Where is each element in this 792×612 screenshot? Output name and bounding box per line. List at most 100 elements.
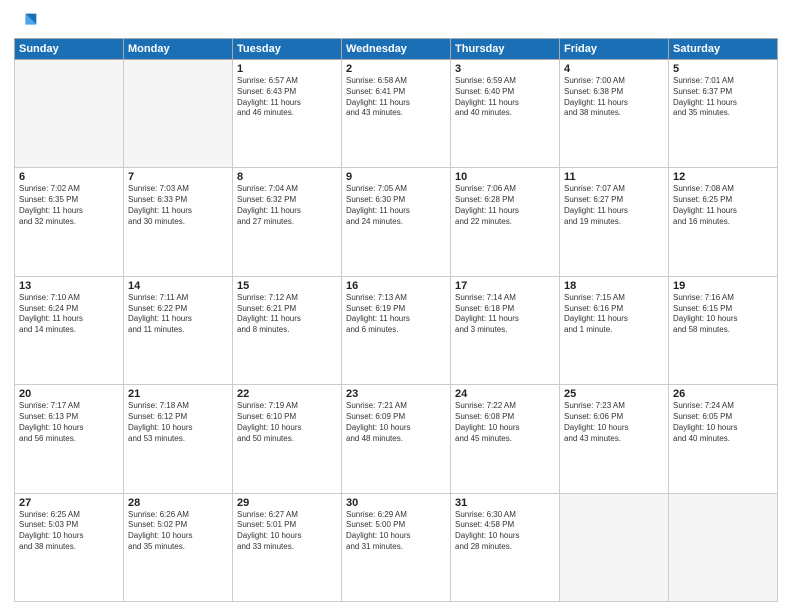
day-cell xyxy=(15,60,124,168)
day-number: 17 xyxy=(455,280,555,292)
day-info: Sunrise: 7:16 AM Sunset: 6:15 PM Dayligh… xyxy=(673,293,773,336)
day-cell: 14Sunrise: 7:11 AM Sunset: 6:22 PM Dayli… xyxy=(124,276,233,384)
day-info: Sunrise: 7:02 AM Sunset: 6:35 PM Dayligh… xyxy=(19,184,119,227)
day-cell: 16Sunrise: 7:13 AM Sunset: 6:19 PM Dayli… xyxy=(342,276,451,384)
header-saturday: Saturday xyxy=(669,39,778,60)
day-number: 21 xyxy=(128,388,228,400)
header-row: SundayMondayTuesdayWednesdayThursdayFrid… xyxy=(15,39,778,60)
day-cell xyxy=(124,60,233,168)
day-number: 25 xyxy=(564,388,664,400)
day-number: 31 xyxy=(455,497,555,509)
day-info: Sunrise: 6:26 AM Sunset: 5:02 PM Dayligh… xyxy=(128,510,228,553)
week-row-5: 27Sunrise: 6:25 AM Sunset: 5:03 PM Dayli… xyxy=(15,493,778,601)
day-cell: 31Sunrise: 6:30 AM Sunset: 4:58 PM Dayli… xyxy=(451,493,560,601)
day-cell: 3Sunrise: 6:59 AM Sunset: 6:40 PM Daylig… xyxy=(451,60,560,168)
day-info: Sunrise: 6:29 AM Sunset: 5:00 PM Dayligh… xyxy=(346,510,446,553)
day-number: 16 xyxy=(346,280,446,292)
day-cell: 20Sunrise: 7:17 AM Sunset: 6:13 PM Dayli… xyxy=(15,385,124,493)
week-row-2: 6Sunrise: 7:02 AM Sunset: 6:35 PM Daylig… xyxy=(15,168,778,276)
day-cell xyxy=(669,493,778,601)
day-info: Sunrise: 7:05 AM Sunset: 6:30 PM Dayligh… xyxy=(346,184,446,227)
day-cell: 17Sunrise: 7:14 AM Sunset: 6:18 PM Dayli… xyxy=(451,276,560,384)
day-cell: 26Sunrise: 7:24 AM Sunset: 6:05 PM Dayli… xyxy=(669,385,778,493)
day-number: 13 xyxy=(19,280,119,292)
day-number: 18 xyxy=(564,280,664,292)
day-info: Sunrise: 7:15 AM Sunset: 6:16 PM Dayligh… xyxy=(564,293,664,336)
day-info: Sunrise: 7:18 AM Sunset: 6:12 PM Dayligh… xyxy=(128,401,228,444)
day-info: Sunrise: 7:13 AM Sunset: 6:19 PM Dayligh… xyxy=(346,293,446,336)
day-number: 19 xyxy=(673,280,773,292)
header-friday: Friday xyxy=(560,39,669,60)
day-cell: 22Sunrise: 7:19 AM Sunset: 6:10 PM Dayli… xyxy=(233,385,342,493)
day-info: Sunrise: 7:14 AM Sunset: 6:18 PM Dayligh… xyxy=(455,293,555,336)
day-cell: 23Sunrise: 7:21 AM Sunset: 6:09 PM Dayli… xyxy=(342,385,451,493)
day-info: Sunrise: 7:06 AM Sunset: 6:28 PM Dayligh… xyxy=(455,184,555,227)
day-number: 1 xyxy=(237,63,337,75)
day-cell: 5Sunrise: 7:01 AM Sunset: 6:37 PM Daylig… xyxy=(669,60,778,168)
day-info: Sunrise: 7:10 AM Sunset: 6:24 PM Dayligh… xyxy=(19,293,119,336)
day-info: Sunrise: 7:00 AM Sunset: 6:38 PM Dayligh… xyxy=(564,76,664,119)
logo-icon xyxy=(18,10,40,32)
day-cell: 8Sunrise: 7:04 AM Sunset: 6:32 PM Daylig… xyxy=(233,168,342,276)
day-cell: 27Sunrise: 6:25 AM Sunset: 5:03 PM Dayli… xyxy=(15,493,124,601)
header-sunday: Sunday xyxy=(15,39,124,60)
day-cell: 1Sunrise: 6:57 AM Sunset: 6:43 PM Daylig… xyxy=(233,60,342,168)
day-cell: 25Sunrise: 7:23 AM Sunset: 6:06 PM Dayli… xyxy=(560,385,669,493)
week-row-1: 1Sunrise: 6:57 AM Sunset: 6:43 PM Daylig… xyxy=(15,60,778,168)
day-cell: 12Sunrise: 7:08 AM Sunset: 6:25 PM Dayli… xyxy=(669,168,778,276)
day-info: Sunrise: 6:57 AM Sunset: 6:43 PM Dayligh… xyxy=(237,76,337,119)
day-cell: 7Sunrise: 7:03 AM Sunset: 6:33 PM Daylig… xyxy=(124,168,233,276)
day-info: Sunrise: 7:24 AM Sunset: 6:05 PM Dayligh… xyxy=(673,401,773,444)
day-number: 7 xyxy=(128,171,228,183)
day-info: Sunrise: 6:58 AM Sunset: 6:41 PM Dayligh… xyxy=(346,76,446,119)
day-number: 8 xyxy=(237,171,337,183)
day-number: 5 xyxy=(673,63,773,75)
day-cell: 28Sunrise: 6:26 AM Sunset: 5:02 PM Dayli… xyxy=(124,493,233,601)
day-info: Sunrise: 6:30 AM Sunset: 4:58 PM Dayligh… xyxy=(455,510,555,553)
day-info: Sunrise: 7:12 AM Sunset: 6:21 PM Dayligh… xyxy=(237,293,337,336)
logo xyxy=(14,10,40,32)
day-number: 2 xyxy=(346,63,446,75)
day-info: Sunrise: 6:59 AM Sunset: 6:40 PM Dayligh… xyxy=(455,76,555,119)
day-cell: 19Sunrise: 7:16 AM Sunset: 6:15 PM Dayli… xyxy=(669,276,778,384)
day-info: Sunrise: 7:03 AM Sunset: 6:33 PM Dayligh… xyxy=(128,184,228,227)
day-info: Sunrise: 7:08 AM Sunset: 6:25 PM Dayligh… xyxy=(673,184,773,227)
day-cell: 2Sunrise: 6:58 AM Sunset: 6:41 PM Daylig… xyxy=(342,60,451,168)
day-number: 4 xyxy=(564,63,664,75)
day-cell: 13Sunrise: 7:10 AM Sunset: 6:24 PM Dayli… xyxy=(15,276,124,384)
day-number: 3 xyxy=(455,63,555,75)
header xyxy=(14,10,778,32)
calendar-table: SundayMondayTuesdayWednesdayThursdayFrid… xyxy=(14,38,778,602)
day-info: Sunrise: 7:22 AM Sunset: 6:08 PM Dayligh… xyxy=(455,401,555,444)
day-number: 10 xyxy=(455,171,555,183)
day-info: Sunrise: 7:11 AM Sunset: 6:22 PM Dayligh… xyxy=(128,293,228,336)
day-cell: 18Sunrise: 7:15 AM Sunset: 6:16 PM Dayli… xyxy=(560,276,669,384)
day-info: Sunrise: 7:21 AM Sunset: 6:09 PM Dayligh… xyxy=(346,401,446,444)
day-number: 22 xyxy=(237,388,337,400)
day-info: Sunrise: 7:17 AM Sunset: 6:13 PM Dayligh… xyxy=(19,401,119,444)
week-row-3: 13Sunrise: 7:10 AM Sunset: 6:24 PM Dayli… xyxy=(15,276,778,384)
day-cell: 15Sunrise: 7:12 AM Sunset: 6:21 PM Dayli… xyxy=(233,276,342,384)
day-number: 23 xyxy=(346,388,446,400)
day-number: 26 xyxy=(673,388,773,400)
day-number: 9 xyxy=(346,171,446,183)
day-number: 28 xyxy=(128,497,228,509)
day-info: Sunrise: 6:25 AM Sunset: 5:03 PM Dayligh… xyxy=(19,510,119,553)
header-tuesday: Tuesday xyxy=(233,39,342,60)
day-cell: 30Sunrise: 6:29 AM Sunset: 5:00 PM Dayli… xyxy=(342,493,451,601)
day-number: 24 xyxy=(455,388,555,400)
day-cell: 10Sunrise: 7:06 AM Sunset: 6:28 PM Dayli… xyxy=(451,168,560,276)
day-cell: 21Sunrise: 7:18 AM Sunset: 6:12 PM Dayli… xyxy=(124,385,233,493)
day-number: 30 xyxy=(346,497,446,509)
header-thursday: Thursday xyxy=(451,39,560,60)
day-info: Sunrise: 7:19 AM Sunset: 6:10 PM Dayligh… xyxy=(237,401,337,444)
page: SundayMondayTuesdayWednesdayThursdayFrid… xyxy=(0,0,792,612)
day-number: 20 xyxy=(19,388,119,400)
day-cell: 11Sunrise: 7:07 AM Sunset: 6:27 PM Dayli… xyxy=(560,168,669,276)
day-cell xyxy=(560,493,669,601)
day-cell: 4Sunrise: 7:00 AM Sunset: 6:38 PM Daylig… xyxy=(560,60,669,168)
day-cell: 24Sunrise: 7:22 AM Sunset: 6:08 PM Dayli… xyxy=(451,385,560,493)
day-cell: 29Sunrise: 6:27 AM Sunset: 5:01 PM Dayli… xyxy=(233,493,342,601)
day-cell: 6Sunrise: 7:02 AM Sunset: 6:35 PM Daylig… xyxy=(15,168,124,276)
day-number: 11 xyxy=(564,171,664,183)
